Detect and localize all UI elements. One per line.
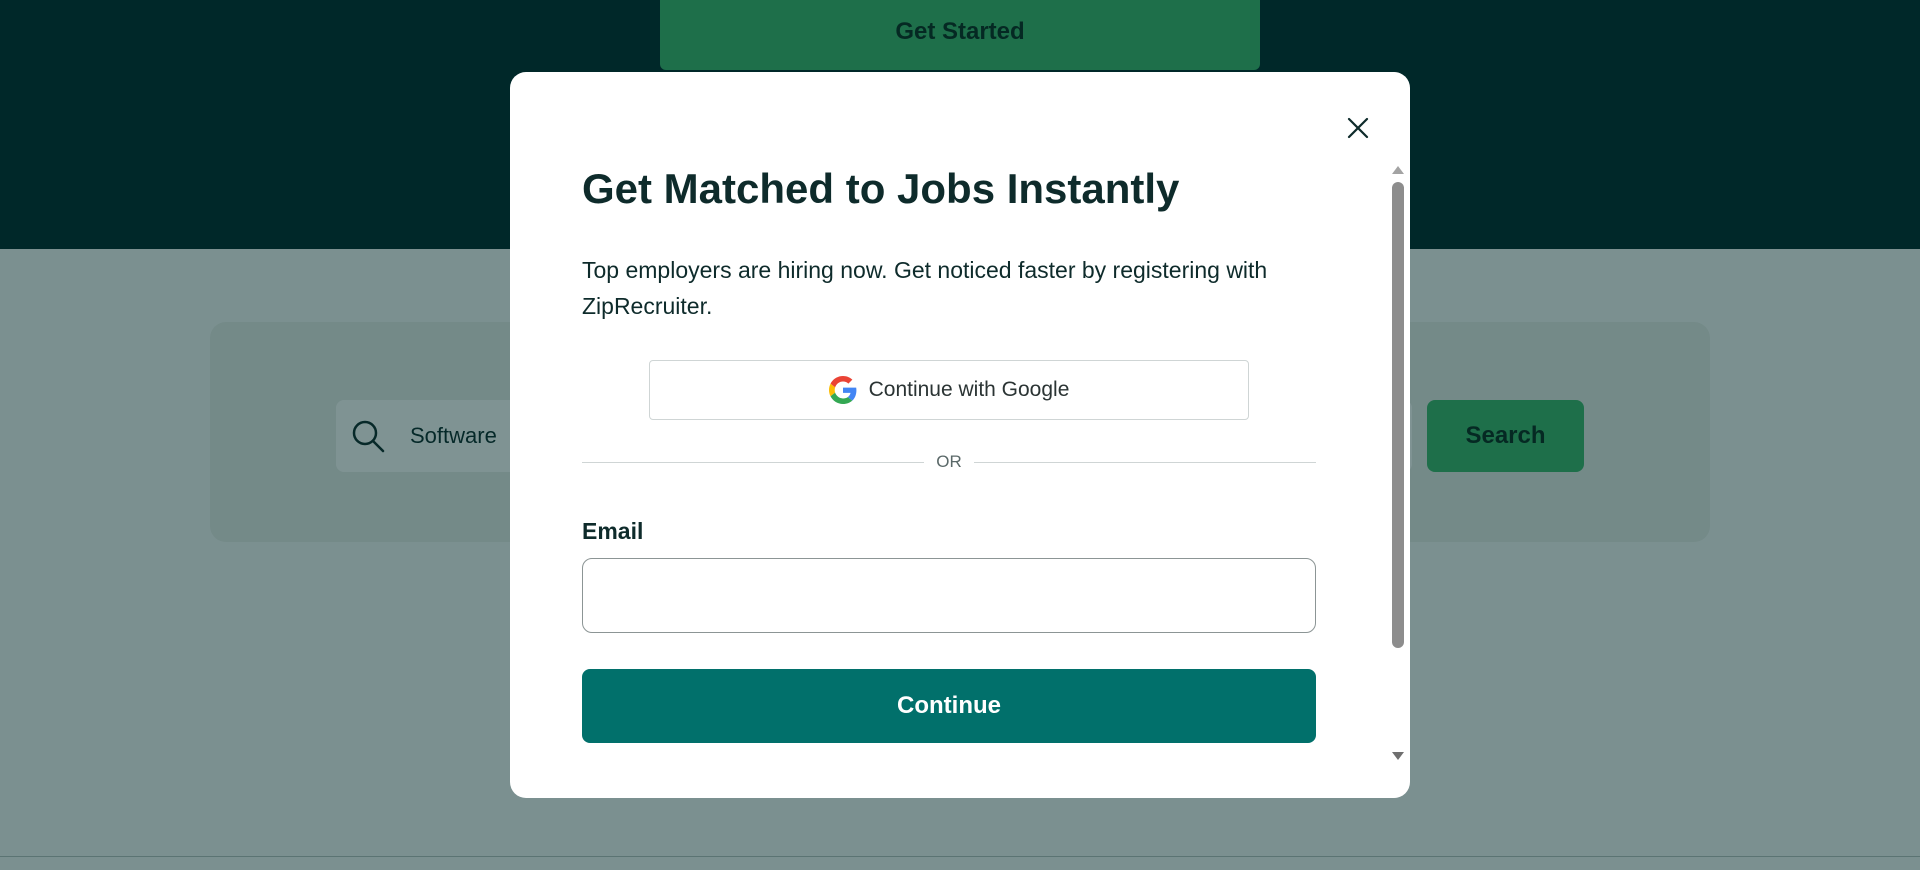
scroll-thumb[interactable]	[1392, 182, 1404, 648]
close-button[interactable]	[1340, 110, 1376, 146]
continue-with-google-button[interactable]: Continue with Google	[649, 360, 1249, 420]
continue-button[interactable]: Continue	[582, 669, 1316, 743]
or-divider: OR	[582, 450, 1316, 474]
close-icon	[1347, 117, 1369, 139]
modal-title: Get Matched to Jobs Instantly	[582, 165, 1180, 212]
google-g-icon	[828, 376, 856, 404]
scroll-down-arrow-icon[interactable]	[1392, 752, 1404, 760]
page: Get Started Software Search Get Matched …	[0, 0, 1920, 870]
email-field[interactable]	[582, 558, 1316, 633]
divider-line-left	[582, 461, 925, 463]
divider-line-right	[973, 461, 1316, 463]
modal-content: Get Matched to Jobs Instantly Top employ…	[582, 72, 1316, 798]
email-label: Email	[582, 518, 644, 544]
modal-scrollbar[interactable]	[1390, 166, 1406, 762]
scroll-up-arrow-icon[interactable]	[1392, 166, 1404, 174]
modal-description: Top employers are hiring now. Get notice…	[582, 257, 1268, 319]
signup-modal: Get Matched to Jobs Instantly Top employ…	[510, 72, 1410, 798]
or-text: OR	[936, 452, 962, 471]
google-button-label: Continue with Google	[868, 378, 1070, 401]
